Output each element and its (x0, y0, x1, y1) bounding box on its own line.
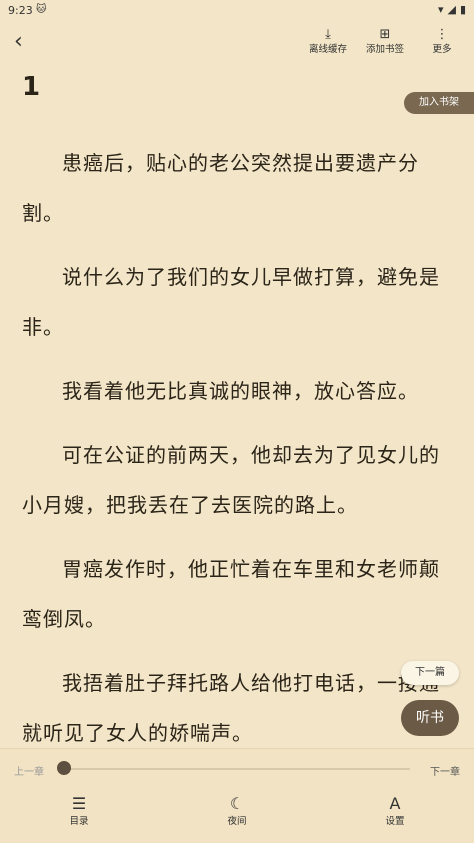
settings-button[interactable]: A 设置 (365, 793, 425, 829)
wifi-icon: ▾ (437, 3, 444, 16)
signal-icon: ◢ (447, 3, 456, 16)
add-bookmark-label: 添加书签 (365, 44, 404, 55)
progress-track[interactable] (62, 768, 410, 770)
download-icon: ⤓ (325, 27, 331, 42)
paragraph: 可在公证的前两天，他却去为了见女儿的小月嫂，把我丢在了去医院的路上。 (22, 443, 440, 517)
chapter-content: 患癌后，贴心的老公突然提出要遗产分割。 说什么为了我们的女儿早做打算，避免是非。… (22, 138, 454, 772)
next-article-button[interactable]: 下一篇 (401, 661, 459, 685)
more-label: 更多 (432, 44, 452, 55)
offline-cache-label: 离线缓存 (308, 44, 347, 55)
reader-top-bar: ‹ ⤓ 离线缓存 ⊞ 添加书签 ⋮ 更多 (0, 22, 474, 64)
add-bookmark-button[interactable]: ⊞ 添加书签 (358, 26, 412, 62)
offline-cache-button[interactable]: ⤓ 离线缓存 (301, 26, 355, 62)
paragraph: 患癌后，贴心的老公突然提出要遗产分割。 (22, 151, 419, 225)
list-icon: ☰ (71, 794, 87, 813)
chevron-left-icon: ‹ (14, 29, 23, 54)
prev-chapter-button[interactable]: 上一章 (14, 763, 44, 778)
more-vertical-icon: ⋮ (435, 27, 449, 42)
night-mode-label: 夜间 (227, 816, 247, 827)
moon-icon: ☾ (229, 794, 245, 813)
paragraph: 我捂着肚子拜托路人给他打电话，一接通就听见了女人的娇喘声。 (22, 671, 440, 745)
status-time: 9:23 (8, 4, 33, 17)
bookmark-icon: ⊞ (379, 27, 391, 42)
paragraph: 胃癌发作时，他正忙着在车里和女老师颠鸾倒凤。 (22, 557, 440, 631)
add-to-shelf-button[interactable]: 加入书架 (404, 92, 474, 114)
paragraph: 说什么为了我们的女儿早做打算，避免是非。 (22, 265, 440, 339)
settings-label: 设置 (385, 816, 405, 827)
night-mode-button[interactable]: ☾ 夜间 (207, 793, 267, 829)
font-icon: A (389, 794, 401, 813)
cat-icon: 🐱 (36, 4, 47, 15)
next-chapter-button[interactable]: 下一章 (430, 763, 460, 778)
status-bar: 9:23 🐱 ▾ ◢ ▮ (0, 0, 474, 22)
reader-bottom-panel: 上一章 下一章 ☰ 目录 ☾ 夜间 A 设置 (0, 748, 474, 843)
chapter-title: 1 (22, 72, 41, 102)
back-button[interactable]: ‹ (14, 30, 34, 54)
more-button[interactable]: ⋮ 更多 (415, 26, 469, 62)
toc-label: 目录 (69, 816, 89, 827)
battery-icon: ▮ (459, 3, 466, 16)
toc-button[interactable]: ☰ 目录 (49, 793, 109, 829)
status-icons: ▾ ◢ ▮ (438, 3, 466, 16)
listen-button[interactable]: 听书 (401, 700, 459, 736)
progress-thumb[interactable] (57, 761, 71, 775)
paragraph: 我看着他无比真诚的眼神，放心答应。 (62, 379, 419, 403)
